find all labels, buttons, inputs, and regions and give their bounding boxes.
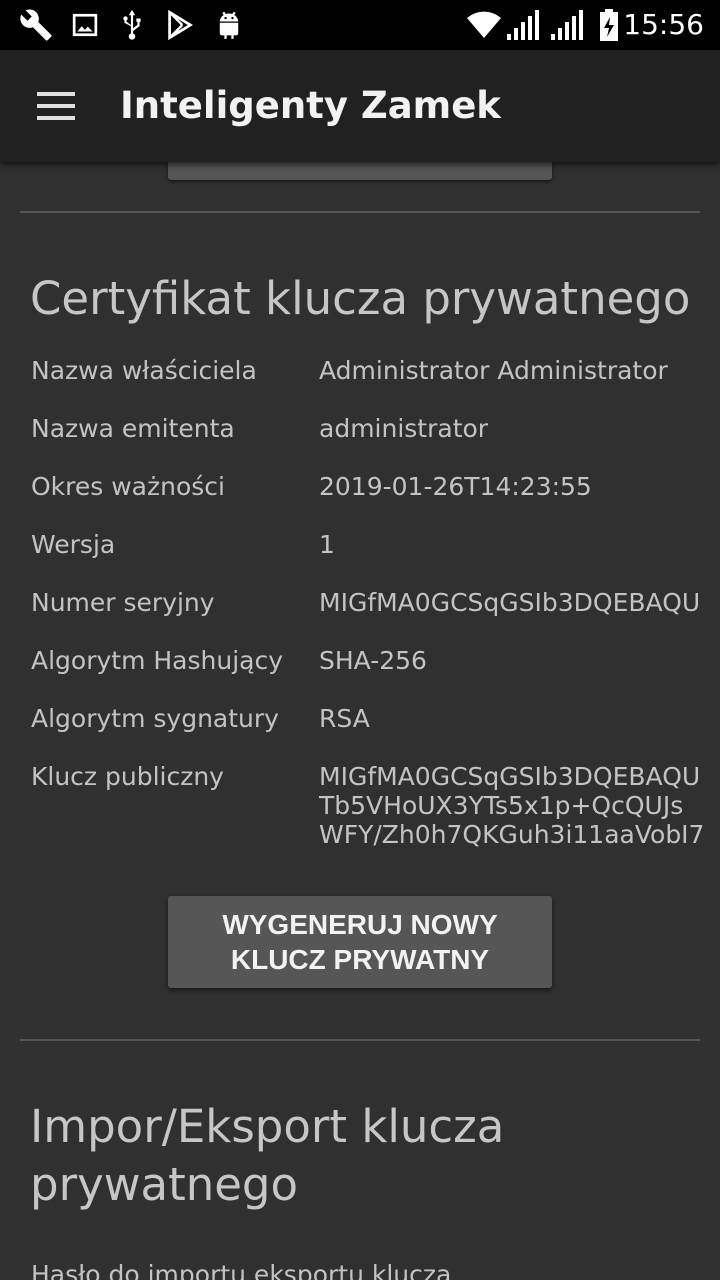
field-label: Klucz publiczny [31,762,224,791]
public-key-line: MIGfMA0GCSqGSIb3DQEBAQU [319,762,701,791]
status-time: 15:56 [623,8,704,41]
field-label: Nazwa właściciela [31,356,257,385]
signal-icon [504,0,542,50]
divider [20,211,700,213]
divider [20,1039,700,1041]
field-label: Algorytm Hashujący [31,646,284,675]
import-export-password-label: Hasło do importu eksportu klucza [31,1260,452,1280]
field-label: Algorytm sygnatury [31,704,279,733]
android-icon [214,0,244,50]
field-value: RSA [319,704,370,733]
field-owner-name: Nazwa właściciela Administrator Administ… [0,356,720,414]
section-title-line: Impor/Eksport klucza [30,1100,505,1153]
field-label: Wersja [31,530,116,559]
button-label-line: WYGENERUJ NOWY [222,909,498,940]
public-key-value: MIGfMA0GCSqGSIb3DQEBAQU Tb5VHoUX3YTs5x1p… [319,762,720,849]
field-value: 1 [319,530,335,559]
field-hash-algorithm: Algorytm Hashujący SHA-256 [0,646,720,704]
app-bar: Inteligenty Zamek [0,50,720,162]
scroll-content[interactable]: Certyfikat klucza prywatnego Nazwa właśc… [0,162,720,1280]
field-label: Numer seryjny [31,588,215,617]
image-icon [70,0,100,50]
status-bar: 15:56 [0,0,720,50]
field-label: Okres ważności [31,472,225,501]
field-label: Nazwa emitenta [31,414,235,443]
public-key-line: Tb5VHoUX3YTs5x1p+QcQUJs [319,791,684,820]
field-value: 2019-01-26T14:23:55 [319,472,592,501]
section-title-line: prywatnego [30,1158,299,1211]
certificate-section-title: Certyfikat klucza prywatnego [30,272,691,325]
app-title: Inteligenty Zamek [120,84,501,127]
public-key-line: WFY/Zh0h7QKGuh3i11aaVobI7 [319,820,705,849]
button-label-line: KLUCZ PRYWATNY [230,944,490,975]
previous-button[interactable] [168,162,552,180]
wrench-icon [18,0,54,50]
signal-icon [548,0,586,50]
field-version: Wersja 1 [0,530,720,588]
field-validity: Okres ważności 2019-01-26T14:23:55 [0,472,720,530]
field-signature-algorithm: Algorytm sygnatury RSA [0,704,720,762]
field-issuer-name: Nazwa emitenta administrator [0,414,720,472]
import-export-section-title: Impor/Eksport klucza prywatnego [30,1098,504,1214]
field-public-key: Klucz publiczny MIGfMA0GCSqGSIb3DQEBAQU … [0,762,720,862]
field-value: administrator [319,414,489,443]
field-serial-number: Numer seryjny MIGfMA0GCSqGSIb3DQEBAQU [0,588,720,646]
field-value: Administrator Administrator [319,356,668,385]
usb-icon [118,0,146,50]
wifi-icon [466,0,502,50]
hamburger-menu-icon[interactable] [22,78,90,134]
generate-new-private-key-button[interactable]: WYGENERUJ NOWY KLUCZ PRYWATNY [168,896,552,988]
field-value: SHA-256 [319,646,427,675]
battery-charging-icon [596,0,622,50]
play-store-icon [164,0,196,50]
field-value: MIGfMA0GCSqGSIb3DQEBAQU [319,588,701,617]
